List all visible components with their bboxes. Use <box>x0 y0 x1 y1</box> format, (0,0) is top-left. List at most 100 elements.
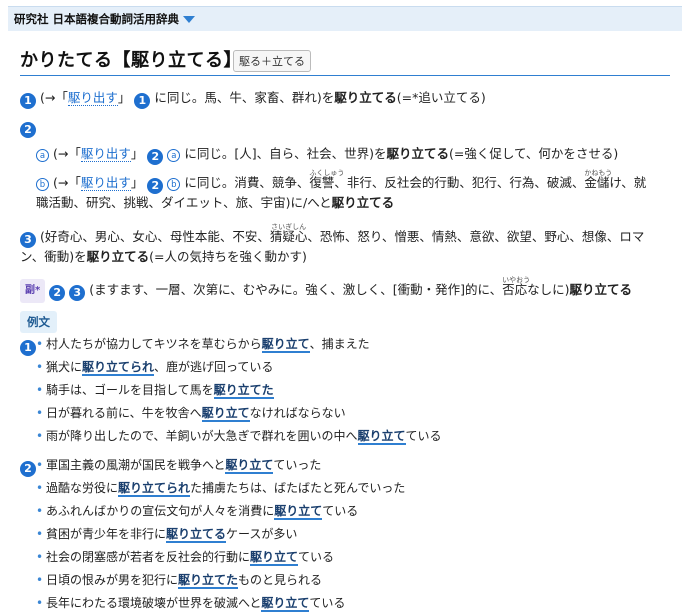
example-sentence: 軍国主義の風潮が国民を戦争へと駆り立てていった <box>36 455 322 475</box>
sense-text: ン、衝動)を <box>20 249 87 264</box>
sense-text: 」 <box>130 175 144 190</box>
example-text: 貧困が青少年を非行に <box>46 527 167 541</box>
ref-sense-number: 1 <box>134 93 151 109</box>
entry-heading: かりたてる【駆り立てる】 駆る＋立てる <box>20 46 670 76</box>
sense-text: (=人の気持ちを強く動かす) <box>149 249 307 264</box>
example-headword: 駆り立て <box>225 458 274 474</box>
sense-number: 1 <box>20 93 36 109</box>
examples-label: 例文 <box>20 311 57 333</box>
sense-number: 2 <box>20 122 36 138</box>
example-text: 過酷な労役に <box>46 481 119 495</box>
sense-text: (=*追い立てる) <box>396 90 486 105</box>
sense-2a: a (→「駆り出す」 2 a に同じ。[人]、自ら、社会、世界)を駆り立てる(=… <box>36 144 618 165</box>
example-text: ていった <box>273 458 322 472</box>
cross-ref-link[interactable]: 駆り出す <box>67 90 118 106</box>
ruby-word: ふくしゅう 復讐 <box>309 169 344 193</box>
example-sentence: 過酷な労役に駆り立てられた捕虜たちは、ばたばたと死んでいった <box>36 478 406 498</box>
example-headword: 駆り立てられ <box>118 481 191 497</box>
ruby-reading: いやおう <box>502 276 531 284</box>
example-text: 騎手は、ゴールを目指して馬を <box>46 383 214 397</box>
ruby-word: さいぎしん 猜疑心 <box>270 223 308 247</box>
sense-number: 3 <box>69 285 86 301</box>
sense-text: なしに) <box>527 282 570 297</box>
example-sentence: 日が暮れる前に、牛を牧舎へ駆り立てなければならない <box>36 403 346 423</box>
example-sentence: 騎手は、ゴールを目指して馬を駆り立てた <box>36 380 274 400</box>
sense-text: に同じ。消費、競争、 <box>180 175 310 190</box>
example-sentence: 雨が降り出したので、羊飼いが大急ぎで群れを囲いの中へ駆り立てている <box>36 426 442 446</box>
example-text: ケースが多い <box>226 527 298 541</box>
ref-sense-number: 2 <box>147 149 164 165</box>
example-text: 、捕まえた <box>309 337 370 351</box>
sense-text: (→「 <box>39 90 68 105</box>
sense-text: に同じ。馬、牛、家畜、群れ)を <box>150 90 335 105</box>
ruby-word: いやおう 否応 <box>502 276 530 300</box>
sense-1: 1 (→「駆り出す」 1 に同じ。馬、牛、家畜、群れ)を駆り立てる(=*追い立て… <box>20 88 486 109</box>
ruby-word: かねもう 金儲 <box>584 169 612 193</box>
example-headword: 駆り立て <box>274 504 323 520</box>
example-text: 村人たちが協力してキツネを草むらから <box>46 337 262 351</box>
sense-text: け、就 <box>609 175 647 190</box>
sense-text: 」 <box>130 146 144 161</box>
example-sentence: 村人たちが協力してキツネを草むらから駆り立て、捕まえた <box>36 334 370 354</box>
example-sentence: 猟犬に駆り立てられ、鹿が逃げ回っている <box>36 357 273 377</box>
example-text: ている <box>298 550 335 564</box>
adverb-sense: 副* 2 3 (ますます、一層、次第に、むやみに。強く、激しく、[衝動・発作]的… <box>20 276 632 303</box>
example-sentence: 日頃の恨みが男を犯行に駆り立てたものと見られる <box>36 570 323 590</box>
example-headword: 駆り立てられ <box>82 360 155 376</box>
example-text: 日が暮れる前に、牛を牧舎へ <box>46 406 202 420</box>
headword-bold: 駆り立てる <box>386 146 449 161</box>
example-headword: 駆り立てる <box>166 527 227 543</box>
cross-ref-link[interactable]: 駆り出す <box>80 146 131 162</box>
example-text: 猟犬に <box>46 360 83 374</box>
sense-3-cont: ン、衝動)を駆り立てる(=人の気持ちを強く動かす) <box>20 247 307 267</box>
example-group-number: 1 <box>20 340 36 356</box>
cross-ref-link[interactable]: 駆り出す <box>80 175 131 191</box>
example-headword: 駆り立て <box>201 406 250 422</box>
headword-bold: 駆り立てる <box>334 90 397 105</box>
example-text: 社会の閉塞感が若者を反社会的行動に <box>46 550 251 564</box>
ref-sense-number: 2 <box>147 178 164 194</box>
example-text: ものと見られる <box>238 573 323 587</box>
sense-text: 職活動、研究、挑戦、ダイエット、旅、宇宙)に/へと <box>36 195 332 210</box>
sense-text: (=強く促して、何かをさせる) <box>448 146 619 161</box>
ruby-reading: ふくしゅう <box>309 169 345 177</box>
sense-text: (→「 <box>52 146 81 161</box>
example-sentence: あふれんばかりの宣伝文句が人々を消費に駆り立てている <box>36 501 358 521</box>
sense-text: 、恐怖、怒り、憎悪、情熱、意欲、欲望、野心、想像、ロマ <box>307 229 645 244</box>
headword-bold: 駆り立てる <box>569 282 632 297</box>
ruby-reading: かねもう <box>584 169 613 177</box>
sense-number: 3 <box>20 232 36 248</box>
example-group-number: 2 <box>20 461 36 477</box>
example-headword: 駆り立て <box>261 337 310 353</box>
sense-2b: b (→「駆り出す」 2 b に同じ。消費、競争、 ふくしゅう 復讐、非行、反社会的… <box>36 169 647 194</box>
sense-2b-cont: 職活動、研究、挑戦、ダイエット、旅、宇宙)に/へと駆り立てる <box>36 193 394 213</box>
adverb-badge: 副* <box>20 279 46 303</box>
ref-subsense-marker: b <box>167 178 181 191</box>
example-text: た捕虜たちは、ばたばたと死んでいった <box>190 481 406 495</box>
example-text: 軍国主義の風潮が国民を戦争へと <box>46 458 226 472</box>
subsense-marker: b <box>36 178 49 191</box>
example-text: 長年にわたる環境破壊が世界を破滅へと <box>46 596 262 610</box>
compound-tag: 駆る＋立てる <box>233 50 311 72</box>
dictionary-header-bar[interactable]: 研究社 日本語複合動詞活用辞典 <box>8 6 682 31</box>
example-headword: 駆り立てた <box>178 573 239 589</box>
dictionary-title: 研究社 日本語複合動詞活用辞典 <box>14 12 180 26</box>
ref-subsense-marker: a <box>167 149 181 162</box>
example-text: あふれんばかりの宣伝文句が人々を消費に <box>46 504 275 518</box>
chevron-down-icon[interactable] <box>183 15 196 23</box>
sense-text: (好奇心、男心、女心、母性本能、不安、 <box>39 229 270 244</box>
headword-bold: 駆り立てる <box>331 195 395 210</box>
example-text: なければならない <box>249 406 346 420</box>
sense-text: 、非行、反社会的行動、犯行、行為、破滅、 <box>334 175 585 190</box>
example-headword: 駆り立て <box>250 550 299 566</box>
subsense-marker: a <box>36 149 49 162</box>
example-headword: 駆り立てた <box>213 383 274 399</box>
example-text: ている <box>405 429 442 443</box>
example-text: ている <box>309 596 346 610</box>
headword: かりたてる【駆り立てる】 <box>20 50 242 71</box>
example-headword: 駆り立て <box>357 429 406 445</box>
headword-bold: 駆り立てる <box>86 249 150 264</box>
sense-text: 」 <box>117 90 131 105</box>
example-sentence: 長年にわたる環境破壊が世界を破滅へと駆り立てている <box>36 593 346 613</box>
sense-number: 2 <box>49 285 66 301</box>
